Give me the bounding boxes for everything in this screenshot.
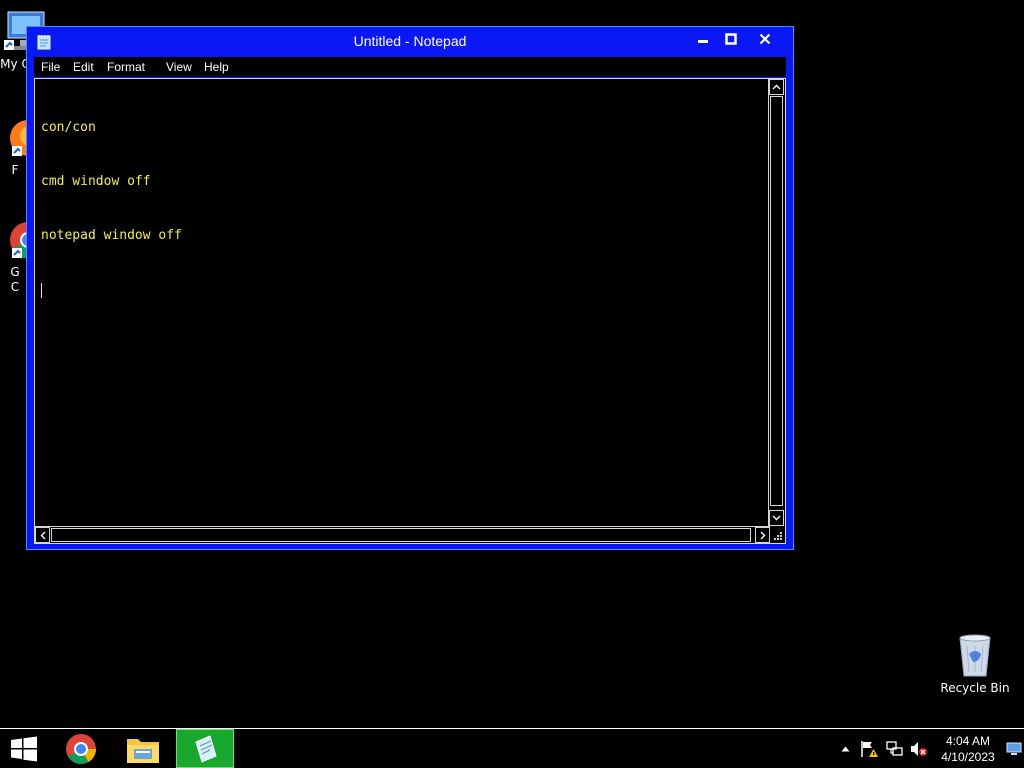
show-hidden-icons-button[interactable] [838, 739, 852, 759]
network-button[interactable] [884, 739, 906, 759]
volume-button[interactable] [908, 739, 930, 759]
show-hidden-icons-chevron-icon [841, 746, 849, 752]
minimize-button[interactable] [689, 29, 716, 49]
text-editor[interactable]: con/con cmd window off notepad window of… [34, 78, 786, 544]
menu-edit[interactable]: Edit [73, 60, 94, 74]
chevron-up-icon [772, 84, 781, 90]
menu-help[interactable]: Help [204, 60, 229, 74]
title-bar[interactable]: Untitled - Notepad [27, 27, 793, 57]
volume-muted-icon [911, 742, 927, 756]
chrome-icon [66, 733, 96, 764]
menu-view[interactable]: View [166, 60, 192, 74]
maximize-button[interactable] [717, 29, 744, 49]
taskbar-notepad[interactable] [176, 729, 234, 768]
desktop-icon-label: Recycle Bin [940, 681, 1010, 695]
file-explorer-icon [127, 738, 159, 763]
text-line: notepad window off [41, 228, 182, 243]
menu-bar: File Edit Format View Help [34, 57, 786, 77]
notepad-window: Untitled - Notepad File Edit Format View… [26, 26, 794, 550]
scroll-left-button[interactable] [35, 527, 50, 543]
vertical-scroll-track[interactable] [770, 96, 783, 506]
menu-file[interactable]: File [41, 60, 60, 74]
minimize-icon [697, 40, 708, 43]
close-button[interactable] [745, 29, 785, 49]
chevron-right-icon [760, 531, 765, 539]
desktop-icon-recycle-bin[interactable]: Recycle Bin [938, 632, 1012, 696]
horizontal-scrollbar[interactable] [35, 526, 770, 543]
maximize-icon [724, 33, 737, 45]
clock-time: 4:04 AM [945, 734, 991, 748]
close-icon [759, 33, 771, 45]
text-line: con/con [41, 120, 96, 135]
scroll-up-button[interactable] [769, 79, 784, 95]
chevron-left-icon [40, 531, 45, 539]
horizontal-scroll-track[interactable] [51, 528, 751, 542]
text-content[interactable]: con/con cmd window off notepad window of… [41, 83, 761, 523]
show-desktop-icon [1006, 742, 1022, 755]
notepad-icon [195, 734, 217, 763]
window-title: Untitled - Notepad [353, 33, 467, 49]
show-desktop-button[interactable] [1004, 739, 1024, 759]
vertical-scrollbar[interactable] [768, 79, 785, 526]
resize-grip-icon [774, 532, 782, 540]
scroll-down-button[interactable] [769, 510, 784, 526]
clock-date: 4/10/2023 [941, 750, 995, 764]
chevron-down-icon [772, 515, 781, 521]
taskbar-file-explorer[interactable] [114, 729, 172, 768]
recycle-bin-icon [959, 634, 991, 677]
network-icon [886, 741, 903, 756]
menu-format[interactable]: Format [107, 60, 145, 74]
taskbar-chrome[interactable] [52, 729, 110, 768]
text-line: cmd window off [41, 174, 151, 189]
resize-grip[interactable] [768, 526, 785, 543]
action-center-button[interactable] [858, 739, 880, 759]
text-caret [41, 283, 42, 298]
taskbar: 4:04 AM 4/10/2023 [0, 728, 1024, 768]
start-button[interactable] [0, 729, 48, 768]
action-center-flag-icon [861, 741, 878, 757]
windows-logo-icon [11, 736, 37, 761]
taskbar-clock[interactable]: 4:04 AM 4/10/2023 [934, 733, 1002, 765]
